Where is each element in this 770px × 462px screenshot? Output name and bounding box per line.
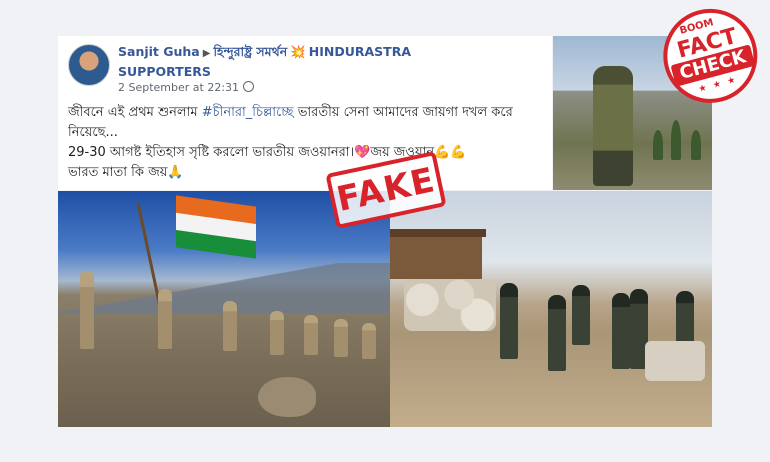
soldier-figure — [270, 311, 284, 355]
arrow-icon: ▶ — [202, 48, 211, 59]
group-name-bengali[interactable]: হিন্দুরাষ্ট্র সমর্থন — [213, 44, 287, 59]
post-timestamp[interactable]: 2 September at 22:31 — [118, 81, 239, 94]
post-line1-start: জীবনে এই প্রথম শুনলাম — [68, 105, 202, 120]
stone-wall — [404, 279, 496, 331]
sandbag-shape — [645, 341, 705, 381]
soldier-figure — [548, 295, 566, 371]
post-line3: ভারত মাতা কি জয়🙏 — [68, 165, 184, 180]
soldier-figure — [80, 271, 94, 349]
soldier-figure — [334, 319, 348, 357]
post-header: Sanjit Guha ▶ হিন্দুরাষ্ট্র সমর্থন 💥 HINDURA… — [118, 43, 448, 81]
army-post-photo[interactable] — [390, 191, 712, 427]
soldier-figure — [304, 315, 318, 355]
soldier-figure — [612, 293, 630, 369]
hashtag-link[interactable]: #চীনারা_চিল্লাচ্ছে — [202, 105, 294, 120]
soldier-figure — [223, 301, 237, 351]
hut-shape — [390, 229, 486, 279]
soldier-figure — [572, 285, 590, 345]
globe-icon — [243, 81, 255, 92]
author-name[interactable]: Sanjit Guha — [118, 44, 200, 59]
soldier-figure — [158, 289, 172, 349]
soldier-figure — [593, 66, 633, 186]
soldier-figure — [500, 283, 518, 359]
indian-flag — [176, 195, 256, 259]
avatar[interactable] — [68, 44, 110, 86]
post-body: জীবনে এই প্রথম শুনলাম #চীনারা_চিল্লাচ্ছে… — [68, 103, 538, 183]
tree-shape — [653, 130, 663, 160]
post-meta: 2 September at 22:31 — [118, 81, 255, 94]
rock-shape — [258, 377, 316, 417]
soldier-figure — [362, 323, 376, 359]
spark-icon: 💥 — [290, 44, 306, 59]
tree-shape — [671, 120, 681, 160]
tree-shape — [691, 130, 701, 160]
